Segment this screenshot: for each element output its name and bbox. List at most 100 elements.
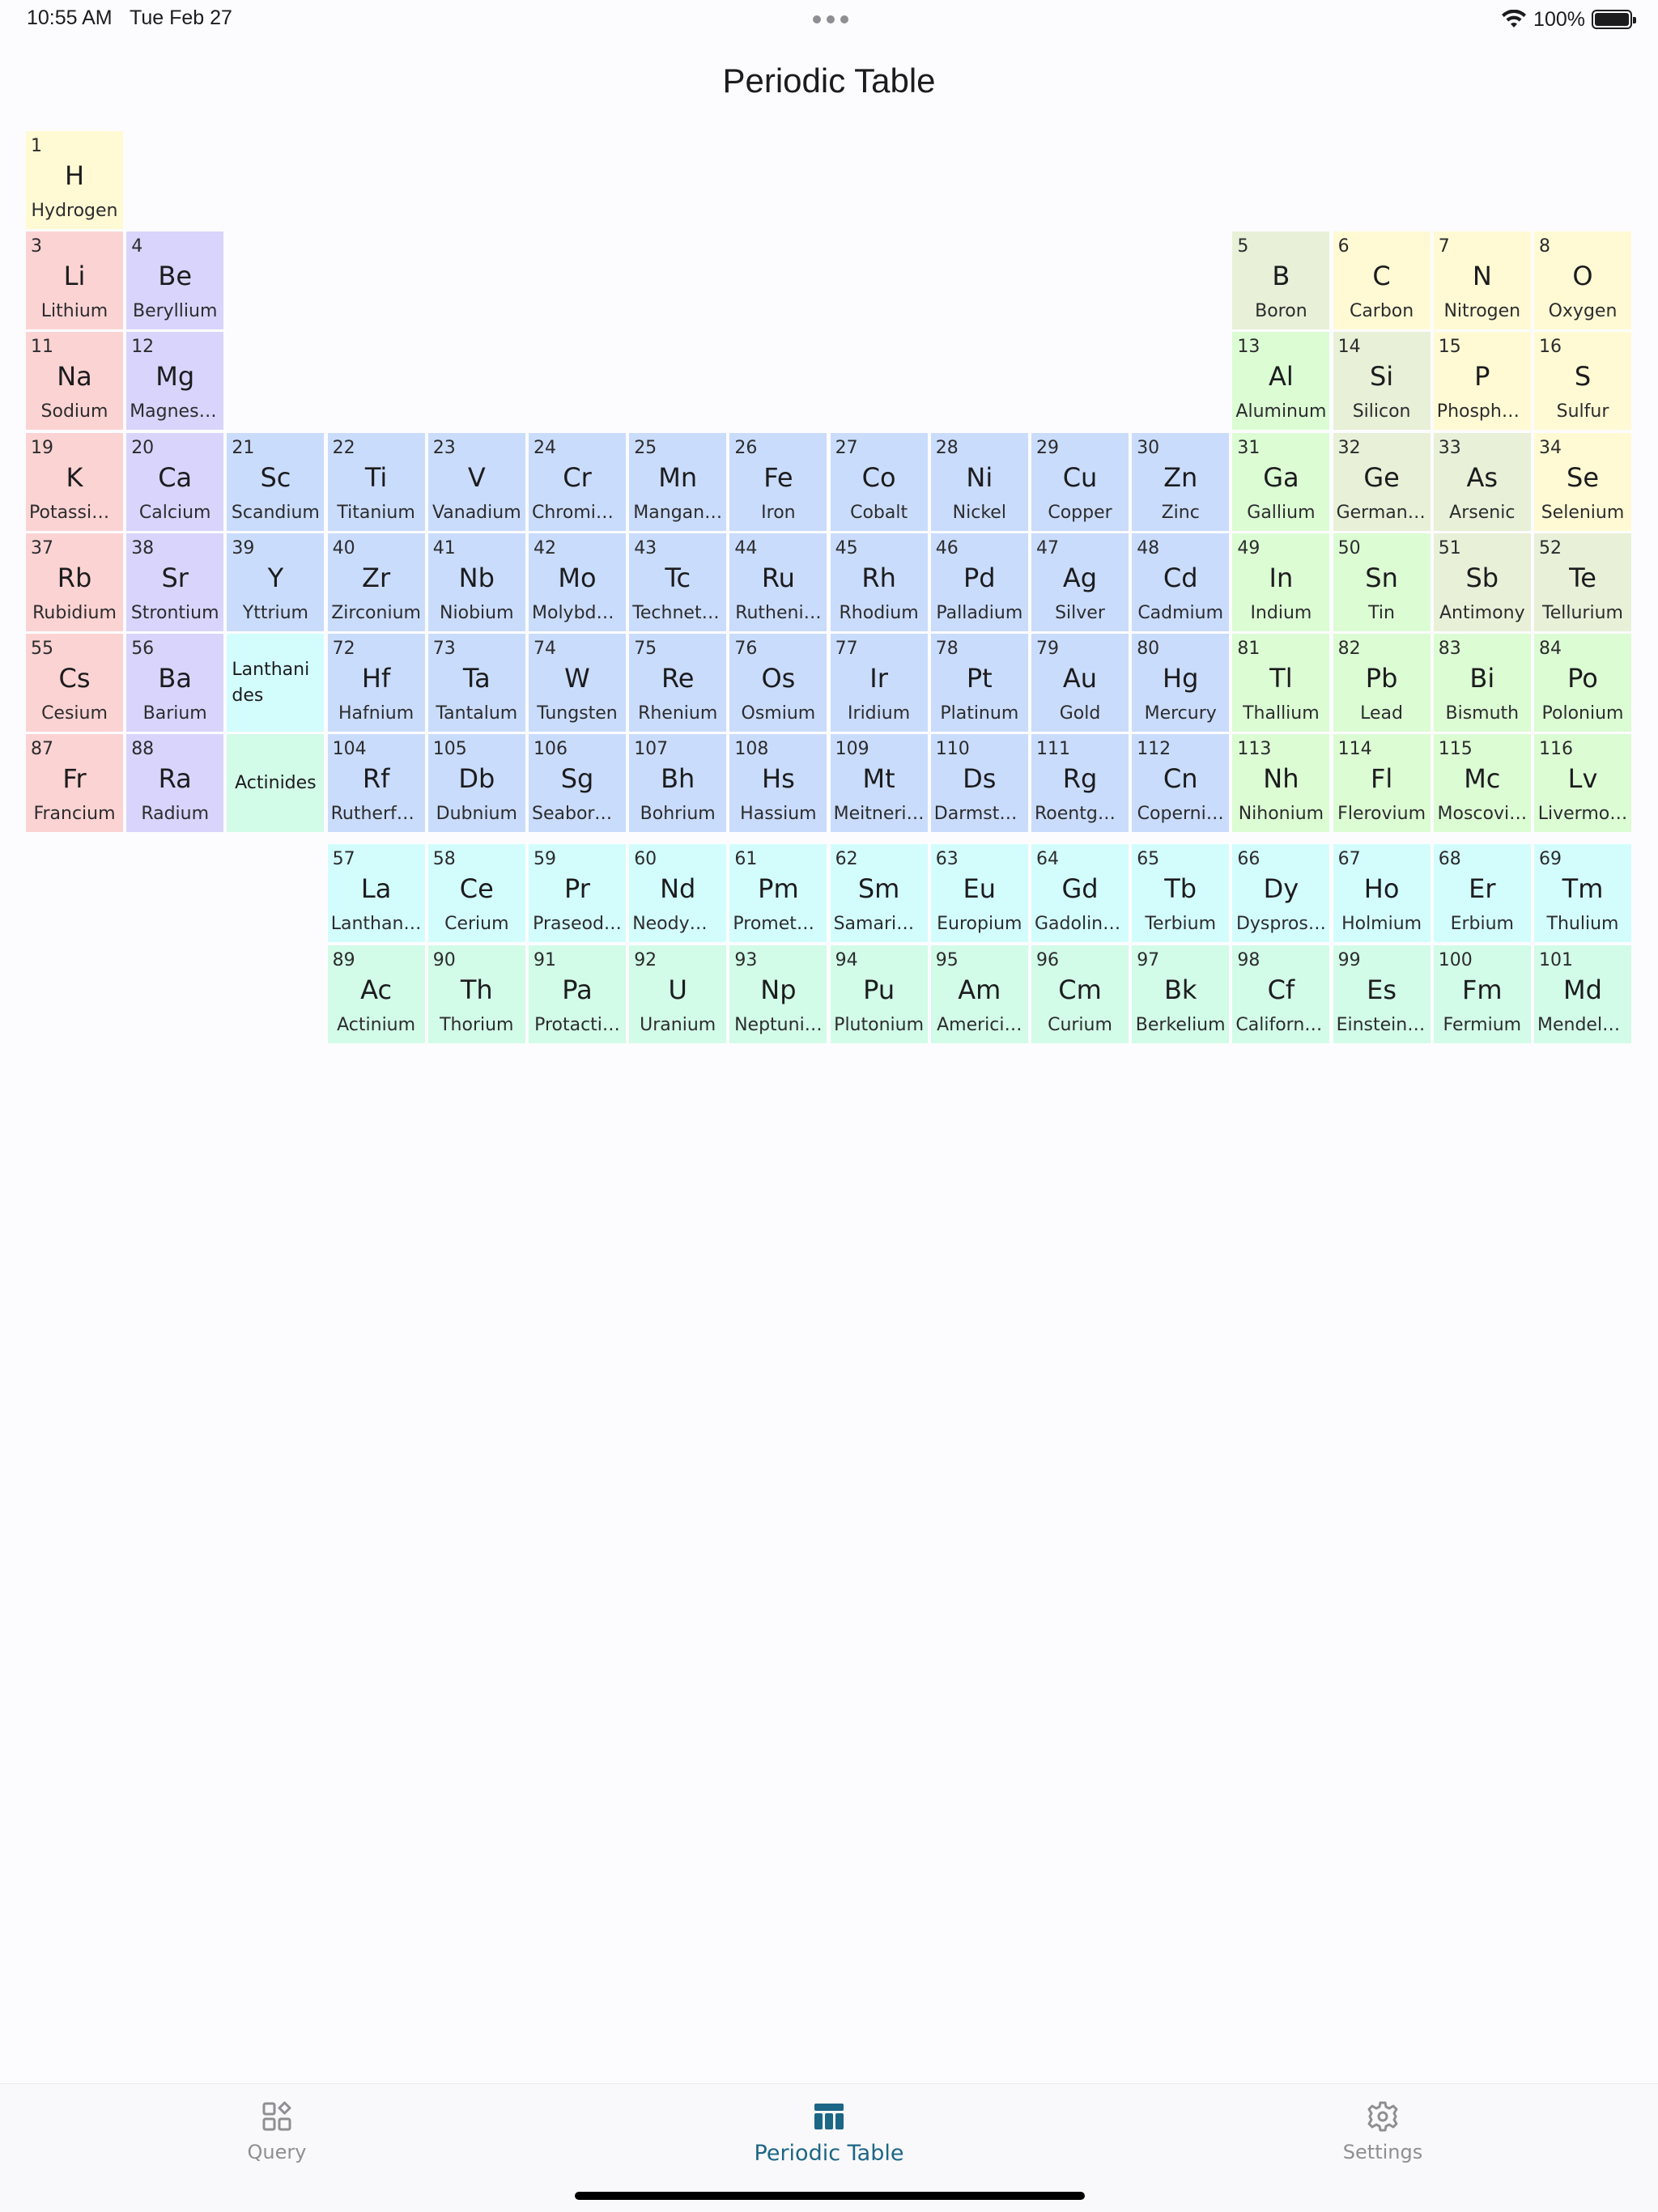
- element-cell-se[interactable]: 34 Se Selenium: [1534, 432, 1631, 531]
- element-cell-es[interactable]: 99 Es Einsteini…: [1333, 945, 1431, 1043]
- element-cell-rb[interactable]: 37 Rb Rubidium: [26, 533, 123, 631]
- element-cell-b[interactable]: 5 B Boron: [1232, 231, 1330, 330]
- element-cell-db[interactable]: 105 Db Dubnium: [427, 734, 525, 833]
- element-cell-fr[interactable]: 87 Fr Francium: [26, 734, 123, 833]
- element-cell-h[interactable]: 1 H Hydrogen: [26, 131, 123, 229]
- element-cell-cs[interactable]: 55 Cs Cesium: [26, 634, 123, 732]
- element-cell-nh[interactable]: 113 Nh Nihonium: [1232, 734, 1330, 833]
- element-cell-nd[interactable]: 60 Nd Neodym…: [629, 844, 727, 943]
- element-cell-co[interactable]: 27 Co Cobalt: [830, 432, 928, 531]
- element-cell-sn[interactable]: 50 Sn Tin: [1333, 533, 1431, 631]
- element-cell-md[interactable]: 101 Md Mendele…: [1534, 945, 1631, 1043]
- element-cell-tl[interactable]: 81 Tl Thallium: [1232, 634, 1330, 732]
- element-cell-ho[interactable]: 67 Ho Holmium: [1333, 844, 1431, 943]
- element-cell-bk[interactable]: 97 Bk Berkelium: [1132, 945, 1230, 1043]
- tab-query[interactable]: Query: [188, 2100, 366, 2181]
- element-cell-ta[interactable]: 73 Ta Tantalum: [427, 634, 525, 732]
- element-cell-np[interactable]: 93 Np Neptuni…: [729, 945, 827, 1043]
- element-cell-w[interactable]: 74 W Tungsten: [529, 634, 626, 732]
- element-cell-eu[interactable]: 63 Eu Europium: [930, 844, 1028, 943]
- element-cell-er[interactable]: 68 Er Erbium: [1433, 844, 1531, 943]
- element-cell-sg[interactable]: 106 Sg Seaborg…: [529, 734, 626, 833]
- element-cell-po[interactable]: 84 Po Polonium: [1534, 634, 1631, 732]
- element-cell-ca[interactable]: 20 Ca Calcium: [126, 432, 224, 531]
- element-cell-ru[interactable]: 44 Ru Rutheni…: [729, 533, 827, 631]
- element-cell-os[interactable]: 76 Os Osmium: [729, 634, 827, 732]
- element-cell-th[interactable]: 90 Th Thorium: [427, 945, 525, 1043]
- element-cell-s[interactable]: 16 S Sulfur: [1534, 332, 1631, 431]
- element-cell-v[interactable]: 23 V Vanadium: [427, 432, 525, 531]
- element-cell-cn[interactable]: 112 Cn Coperni…: [1132, 734, 1230, 833]
- element-cell-p[interactable]: 15 P Phospho…: [1433, 332, 1531, 431]
- element-cell-pt[interactable]: 78 Pt Platinum: [930, 634, 1028, 732]
- element-cell-hg[interactable]: 80 Hg Mercury: [1132, 634, 1230, 732]
- series-placeholder-actinides[interactable]: Actinides: [227, 734, 325, 833]
- element-cell-rh[interactable]: 45 Rh Rhodium: [830, 533, 928, 631]
- element-cell-nb[interactable]: 41 Nb Niobium: [427, 533, 525, 631]
- element-cell-mc[interactable]: 115 Mc Moscovi…: [1433, 734, 1531, 833]
- element-cell-li[interactable]: 3 Li Lithium: [26, 231, 123, 330]
- element-cell-tm[interactable]: 69 Tm Thulium: [1534, 844, 1631, 943]
- element-cell-sr[interactable]: 38 Sr Strontium: [126, 533, 224, 631]
- element-cell-pb[interactable]: 82 Pb Lead: [1333, 634, 1431, 732]
- element-cell-dy[interactable]: 66 Dy Dyspros…: [1232, 844, 1330, 943]
- element-cell-ra[interactable]: 88 Ra Radium: [126, 734, 224, 833]
- element-cell-n[interactable]: 7 N Nitrogen: [1433, 231, 1531, 330]
- element-cell-pm[interactable]: 61 Pm Prometh…: [729, 844, 827, 943]
- element-cell-o[interactable]: 8 O Oxygen: [1534, 231, 1631, 330]
- element-cell-hf[interactable]: 72 Hf Hafnium: [327, 634, 425, 732]
- element-cell-mn[interactable]: 25 Mn Mangan…: [629, 432, 727, 531]
- element-cell-zn[interactable]: 30 Zn Zinc: [1132, 432, 1230, 531]
- element-cell-mo[interactable]: 42 Mo Molybde…: [529, 533, 626, 631]
- element-cell-fe[interactable]: 26 Fe Iron: [729, 432, 827, 531]
- element-cell-bi[interactable]: 83 Bi Bismuth: [1433, 634, 1531, 732]
- element-cell-al[interactable]: 13 Al Aluminum: [1232, 332, 1330, 431]
- element-cell-au[interactable]: 79 Au Gold: [1031, 634, 1129, 732]
- element-cell-ge[interactable]: 32 Ge Germani…: [1333, 432, 1431, 531]
- element-cell-ir[interactable]: 77 Ir Iridium: [830, 634, 928, 732]
- element-cell-ti[interactable]: 22 Ti Titanium: [327, 432, 425, 531]
- element-cell-cm[interactable]: 96 Cm Curium: [1031, 945, 1129, 1043]
- element-cell-ag[interactable]: 47 Ag Silver: [1031, 533, 1129, 631]
- element-cell-ni[interactable]: 28 Ni Nickel: [930, 432, 1028, 531]
- element-cell-ba[interactable]: 56 Ba Barium: [126, 634, 224, 732]
- element-cell-am[interactable]: 95 Am Americi…: [930, 945, 1028, 1043]
- element-cell-la[interactable]: 57 La Lanthan…: [327, 844, 425, 943]
- element-cell-ac[interactable]: 89 Ac Actinium: [327, 945, 425, 1043]
- element-cell-na[interactable]: 11 Na Sodium: [26, 332, 123, 431]
- element-cell-cu[interactable]: 29 Cu Copper: [1031, 432, 1129, 531]
- element-cell-sb[interactable]: 51 Sb Antimony: [1433, 533, 1531, 631]
- element-cell-te[interactable]: 52 Te Tellurium: [1534, 533, 1631, 631]
- element-cell-ce[interactable]: 58 Ce Cerium: [427, 844, 525, 943]
- element-cell-gd[interactable]: 64 Gd Gadolini…: [1031, 844, 1129, 943]
- element-cell-ga[interactable]: 31 Ga Gallium: [1232, 432, 1330, 531]
- element-cell-mg[interactable]: 12 Mg Magnesi…: [126, 332, 224, 431]
- element-cell-be[interactable]: 4 Be Beryllium: [126, 231, 224, 330]
- element-cell-u[interactable]: 92 U Uranium: [629, 945, 727, 1043]
- element-cell-pd[interactable]: 46 Pd Palladium: [930, 533, 1028, 631]
- element-cell-hs[interactable]: 108 Hs Hassium: [729, 734, 827, 833]
- tab-periodic-table[interactable]: Periodic Table: [740, 2100, 918, 2181]
- element-cell-pa[interactable]: 91 Pa Protacti…: [529, 945, 626, 1043]
- element-cell-tb[interactable]: 65 Tb Terbium: [1132, 844, 1230, 943]
- element-cell-pu[interactable]: 94 Pu Plutonium: [830, 945, 928, 1043]
- series-placeholder-lanthanides[interactable]: Lanthanides: [227, 634, 325, 732]
- multitask-menu-icon[interactable]: [813, 15, 848, 23]
- element-cell-as[interactable]: 33 As Arsenic: [1433, 432, 1531, 531]
- element-cell-lv[interactable]: 116 Lv Livermo…: [1534, 734, 1631, 833]
- element-cell-tc[interactable]: 43 Tc Techneti…: [629, 533, 727, 631]
- element-cell-sc[interactable]: 21 Sc Scandium: [227, 432, 325, 531]
- element-cell-bh[interactable]: 107 Bh Bohrium: [629, 734, 727, 833]
- element-cell-rf[interactable]: 104 Rf Rutherfo…: [327, 734, 425, 833]
- element-cell-c[interactable]: 6 C Carbon: [1333, 231, 1431, 330]
- element-cell-y[interactable]: 39 Y Yttrium: [227, 533, 325, 631]
- element-cell-ds[interactable]: 110 Ds Darmsta…: [930, 734, 1028, 833]
- element-cell-fl[interactable]: 114 Fl Flerovium: [1333, 734, 1431, 833]
- element-cell-si[interactable]: 14 Si Silicon: [1333, 332, 1431, 431]
- element-cell-in[interactable]: 49 In Indium: [1232, 533, 1330, 631]
- element-cell-re[interactable]: 75 Re Rhenium: [629, 634, 727, 732]
- element-cell-rg[interactable]: 111 Rg Roentge…: [1031, 734, 1129, 833]
- element-cell-k[interactable]: 19 K Potassium: [26, 432, 123, 531]
- element-cell-cf[interactable]: 98 Cf Californi…: [1232, 945, 1330, 1043]
- element-cell-zr[interactable]: 40 Zr Zirconium: [327, 533, 425, 631]
